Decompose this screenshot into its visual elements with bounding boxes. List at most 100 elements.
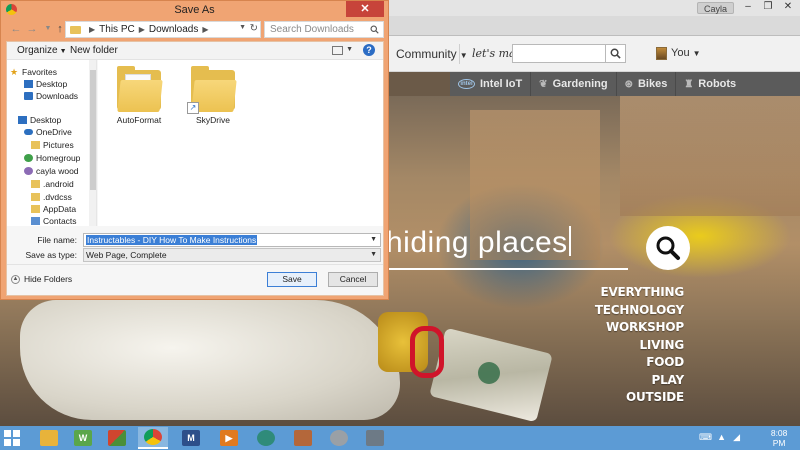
nav-item-label: OneDrive	[36, 127, 72, 137]
chevron-down-icon[interactable]: ▼	[239, 24, 246, 31]
file-name-value: Instructables - DIY How To Make Instruct…	[86, 235, 258, 245]
nav-item-label: Favorites	[22, 67, 57, 77]
hero-bottle	[20, 300, 400, 420]
file-name-label: File name:	[37, 235, 77, 245]
taskbar-app-chrome[interactable]	[138, 427, 168, 449]
nav-item-android[interactable]: .android	[31, 178, 74, 190]
channel-robots[interactable]: ♜ Robots	[676, 72, 744, 96]
help-icon[interactable]: ?	[363, 44, 375, 56]
category-food[interactable]: FOOD	[595, 354, 684, 372]
nav-item-label: Contacts	[43, 216, 77, 226]
user-menu[interactable]: You ▼	[671, 47, 700, 59]
cancel-button[interactable]: Cancel	[328, 272, 378, 287]
paint-icon	[330, 430, 348, 446]
taskbar-app-mail[interactable]: M	[176, 427, 206, 449]
store-icon	[257, 430, 275, 446]
folder-icon	[31, 193, 40, 201]
category-everything[interactable]: EVERYTHING	[595, 284, 684, 302]
hide-folders-toggle[interactable]: ▲ Hide Folders	[11, 274, 72, 284]
nav-item-onedrive[interactable]: OneDrive	[24, 126, 72, 138]
category-list: EVERYTHING TECHNOLOGY WORKSHOP LIVING FO…	[595, 284, 684, 407]
dialog-titlebar[interactable]: Save As ✕	[1, 1, 388, 19]
address-bar[interactable]: ▶ This PC ▶ Downloads ▶ ▼ ↻	[65, 21, 261, 38]
file-item-skydrive[interactable]: ↗ SkyDrive	[182, 66, 244, 125]
show-hidden-icons-icon[interactable]: ▲	[717, 432, 726, 442]
category-living[interactable]: LIVING	[595, 337, 684, 355]
hero-search-button[interactable]	[646, 226, 690, 270]
site-search-button[interactable]	[606, 44, 626, 63]
back-arrow-icon[interactable]: ←	[9, 22, 23, 36]
file-name-input[interactable]: Instructables - DIY How To Make Instruct…	[83, 233, 381, 247]
organize-menu[interactable]: Organize ▼	[17, 45, 67, 56]
nav-item-label: Homegroup	[36, 153, 81, 163]
chevron-down-icon[interactable]: ▼	[370, 234, 377, 246]
nav-item-downloads[interactable]: Downloads	[24, 90, 78, 102]
hero-search-input[interactable]: hiding places	[386, 226, 571, 260]
save-as-type-value: Web Page, Complete	[86, 250, 167, 260]
category-outside[interactable]: OUTSIDE	[595, 389, 684, 407]
taskbar-app-store[interactable]	[251, 427, 281, 449]
taskbar-app-wunderlist[interactable]: W	[68, 427, 98, 449]
save-as-type-select[interactable]: Web Page, Complete ▼	[83, 248, 381, 262]
folder-icon	[31, 205, 40, 213]
file-list: AutoFormat ↗ SkyDrive	[98, 60, 383, 226]
nav-item-pictures[interactable]: Pictures	[31, 139, 74, 151]
nav-item-homegroup[interactable]: Homegroup	[24, 152, 80, 164]
nav-item-desktop[interactable]: Desktop	[24, 78, 67, 90]
start-button[interactable]	[4, 430, 20, 446]
taskbar-app-tiles[interactable]	[102, 427, 132, 449]
save-as-type-label: Save as type:	[25, 250, 77, 260]
nav-item-desktop-root[interactable]: Desktop	[18, 114, 61, 126]
refresh-icon[interactable]: ↻	[250, 23, 258, 34]
clock[interactable]: 8:08 PM 2015-05-30	[768, 428, 790, 450]
nav-pane-scrollbar[interactable]	[89, 60, 96, 226]
channel-gardening[interactable]: ❦ Gardening	[531, 72, 617, 96]
maximize-icon[interactable]: ❐	[760, 0, 776, 14]
close-icon[interactable]: ✕	[780, 0, 796, 14]
channel-intel-iot[interactable]: intel Intel IoT	[450, 72, 532, 96]
nav-item-label: Pictures	[43, 140, 74, 150]
nav-item-favorites[interactable]: ★ Favorites	[10, 66, 57, 78]
save-button[interactable]: Save	[267, 272, 317, 287]
nav-item-label: .android	[43, 179, 74, 189]
profile-badge[interactable]: Cayla	[696, 2, 734, 14]
leaf-icon: ❦	[539, 78, 548, 90]
file-item-autoformat[interactable]: AutoFormat	[108, 66, 170, 125]
taskbar-app-file-explorer[interactable]	[34, 427, 64, 449]
folder-icon	[31, 141, 40, 149]
breadcrumb-downloads[interactable]: Downloads	[149, 24, 198, 35]
chevron-down-icon[interactable]: ▼	[346, 46, 353, 53]
view-options-icon[interactable]	[332, 46, 343, 55]
user-label: You	[671, 47, 690, 59]
taskbar-app-chat[interactable]	[360, 427, 390, 449]
category-workshop[interactable]: WORKSHOP	[595, 319, 684, 337]
nav-item-dvdcss[interactable]: .dvdcss	[31, 191, 72, 203]
category-play[interactable]: PLAY	[595, 372, 685, 390]
new-folder-button[interactable]: New folder	[70, 45, 118, 56]
minimize-icon[interactable]: –	[740, 0, 756, 14]
nav-item-contacts[interactable]: Contacts	[31, 215, 77, 226]
category-technology[interactable]: TECHNOLOGY	[595, 302, 684, 320]
breadcrumb-this-pc[interactable]: This PC	[99, 24, 135, 35]
channel-bikes[interactable]: ⊛ Bikes	[617, 72, 677, 96]
taskbar-app-briefcase[interactable]	[288, 427, 318, 449]
nav-item-label: .dvdcss	[43, 192, 72, 202]
search-downloads-input[interactable]: Search Downloads	[264, 21, 384, 38]
keyboard-icon[interactable]: ⌨	[699, 432, 712, 443]
site-search-input[interactable]	[512, 44, 606, 63]
network-icon[interactable]: ◢	[733, 432, 740, 443]
hero-shelf	[620, 96, 800, 216]
nav-item-label: Desktop	[36, 79, 68, 89]
taskbar-app-paint[interactable]	[324, 427, 354, 449]
hero-search-underline	[386, 268, 628, 270]
avatar[interactable]	[656, 47, 667, 60]
close-button[interactable]: ✕	[346, 1, 384, 17]
nav-item-appdata[interactable]: AppData	[31, 203, 76, 215]
community-menu[interactable]: Community ▼	[396, 47, 468, 61]
text-cursor	[568, 226, 571, 256]
search-icon	[370, 25, 379, 34]
scrollbar-thumb[interactable]	[90, 70, 96, 190]
nav-item-cayla-wood[interactable]: cayla wood	[24, 165, 79, 177]
taskbar-app-media-player[interactable]: ▶	[214, 427, 244, 449]
forward-arrow-icon[interactable]: →	[25, 22, 39, 36]
